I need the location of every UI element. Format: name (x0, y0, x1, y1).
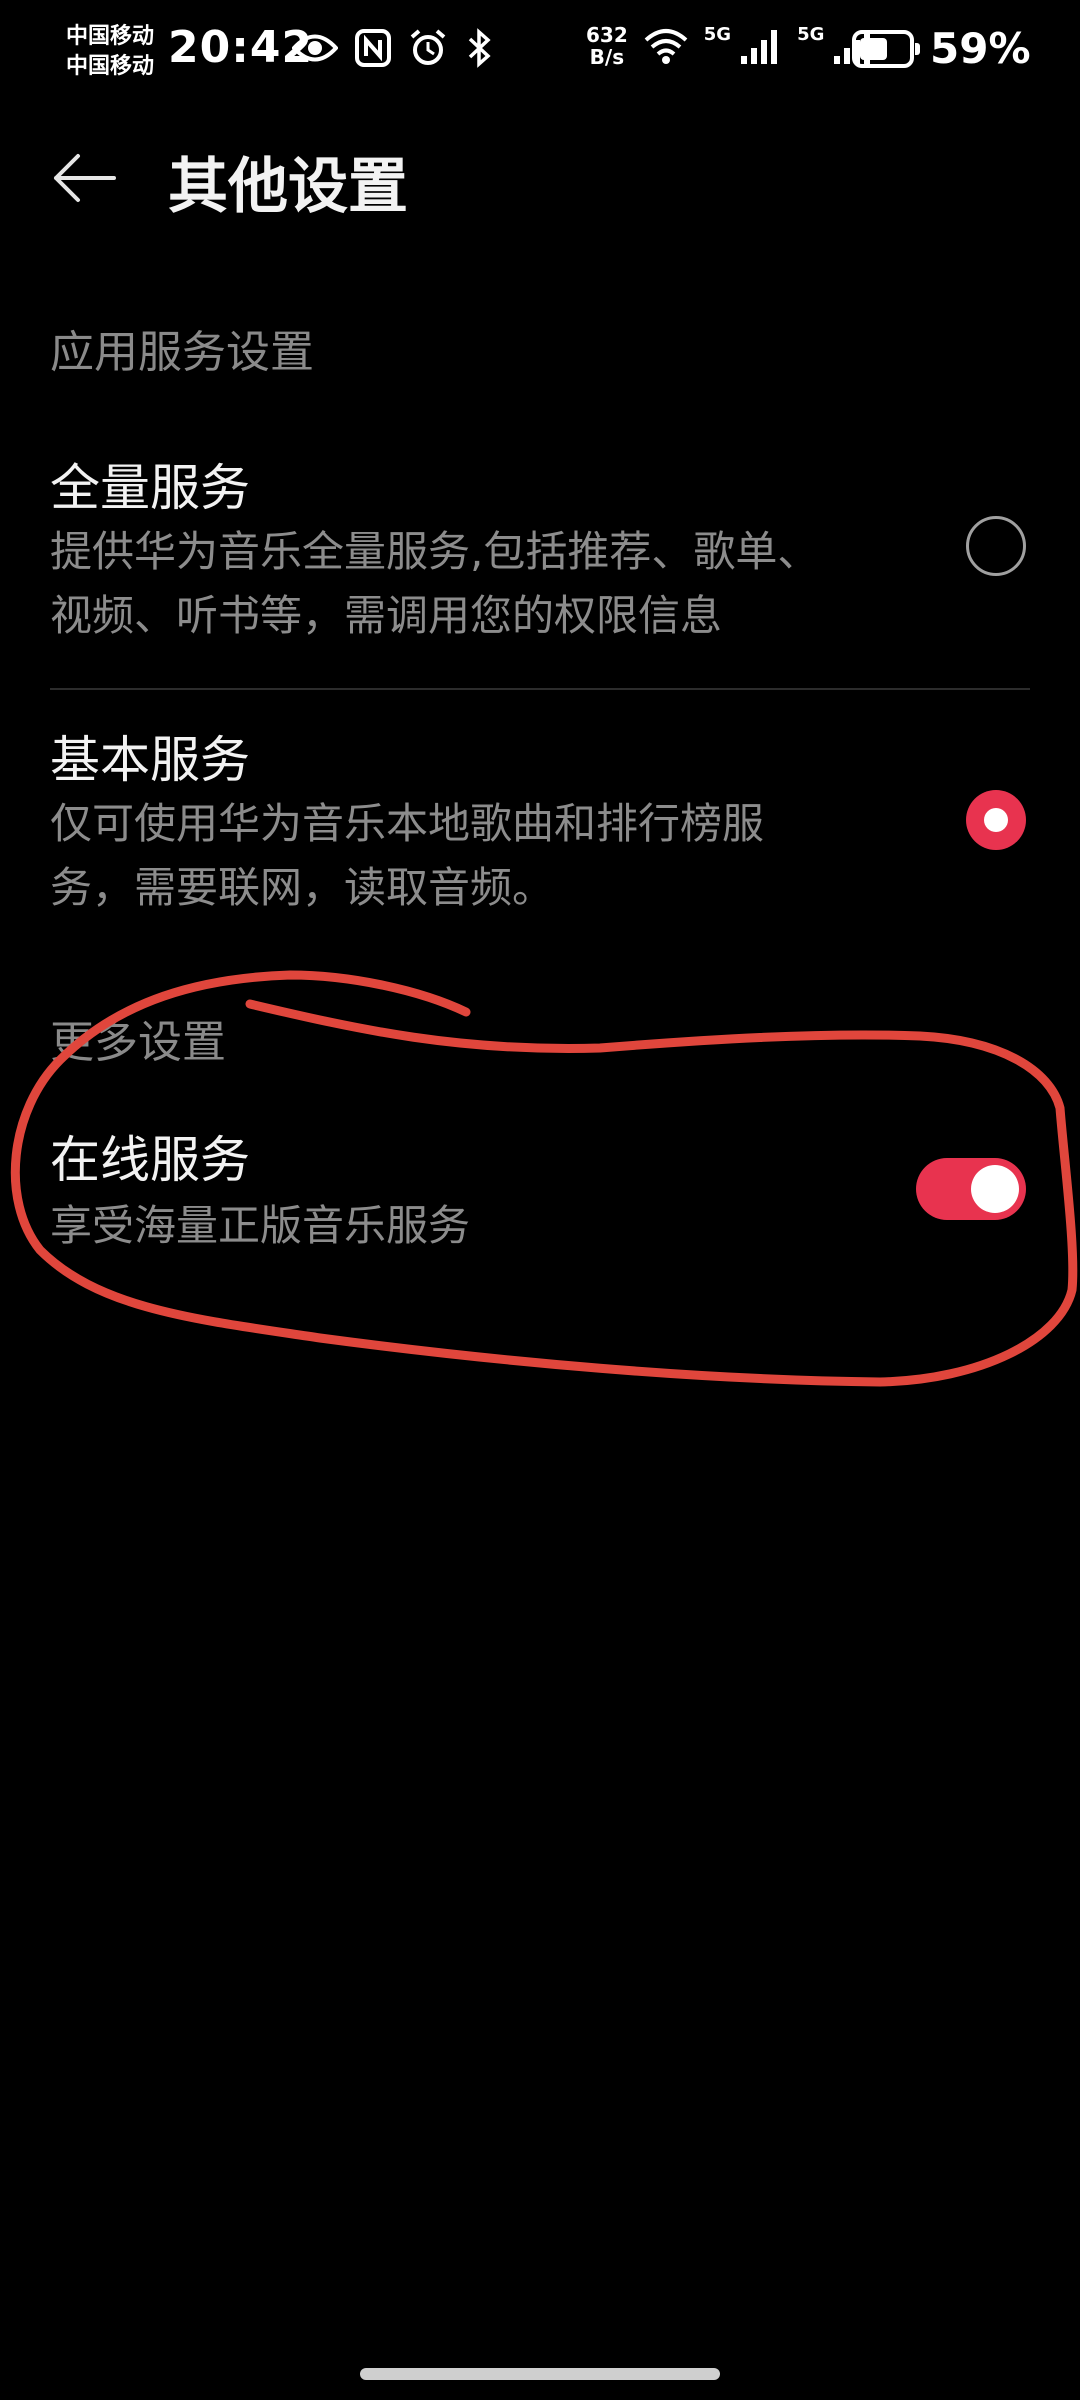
divider (50, 688, 1030, 690)
carrier-1: 中国移动 (66, 24, 155, 49)
sim2-network-type: 5G (797, 24, 825, 45)
alarm-icon (410, 29, 446, 65)
nfc-icon (355, 29, 391, 67)
option-basic-service[interactable]: 基本服务 仅可使用华为音乐本地歌曲和排行榜服 务，需要联网，读取音频。 (0, 704, 1080, 944)
carrier-names: 中国移动 中国移动 (66, 22, 154, 82)
back-button[interactable] (48, 142, 120, 214)
status-icons-left (292, 28, 494, 68)
setting-title: 在线服务 (50, 1131, 250, 1189)
toggle-knob (971, 1165, 1019, 1213)
option-description-line: 仅可使用华为音乐本地歌曲和排行榜服 (50, 799, 765, 848)
arrow-left-icon (54, 154, 116, 202)
option-description-line: 务，需要联网，读取音频。 (50, 863, 555, 912)
full-service-radio[interactable] (966, 516, 1026, 576)
home-indicator[interactable] (360, 2368, 720, 2380)
status-icons-right: 632 B/s 5G 5G (586, 24, 876, 68)
status-bar: 中国移动 中国移动 20:42 632 B/s 5G 5G 59% (0, 0, 1080, 110)
battery-icon (852, 30, 920, 68)
sim1-network-type: 5G (703, 24, 732, 45)
page-title: 其他设置 (168, 152, 408, 222)
option-title: 全量服务 (50, 459, 250, 517)
basic-service-radio[interactable] (966, 790, 1026, 850)
option-description: 仅可使用华为音乐本地歌曲和排行榜服 务，需要联网，读取音频。 (50, 792, 950, 920)
online-service-toggle[interactable] (916, 1158, 1026, 1220)
eye-icon (292, 34, 338, 62)
option-description: 提供华为音乐全量服务,包括推荐、歌单、 视频、听书等，需调用您的权限信息 (50, 520, 950, 648)
setting-online-service[interactable]: 在线服务 享受海量正版音乐服务 (0, 1110, 1080, 1280)
option-description-line: 视频、听书等，需调用您的权限信息 (50, 591, 723, 640)
screen: 中国移动 中国移动 20:42 632 B/s 5G 5G 59% 其他设置 应… (0, 0, 1080, 2400)
network-speed-unit: B/s (589, 45, 625, 69)
network-speed-value: 632 (586, 23, 628, 47)
section-header-app-service: 应用服务设置 (50, 327, 314, 378)
carrier-2: 中国移动 (66, 54, 155, 79)
network-speed: 632 B/s (586, 24, 628, 68)
option-title: 基本服务 (50, 731, 250, 789)
option-description-line: 提供华为音乐全量服务,包括推荐、歌单、 (50, 527, 820, 576)
section-header-more: 更多设置 (50, 1017, 226, 1068)
battery-percent: 59% (930, 24, 1031, 73)
bluetooth-icon (468, 28, 491, 68)
option-full-service[interactable]: 全量服务 提供华为音乐全量服务,包括推荐、歌单、 视频、听书等，需调用您的权限信… (0, 430, 1080, 680)
wifi-icon (644, 29, 688, 64)
setting-description: 享受海量正版音乐服务 (50, 1201, 471, 1250)
signal-icon (741, 30, 778, 64)
battery-level (860, 38, 887, 60)
